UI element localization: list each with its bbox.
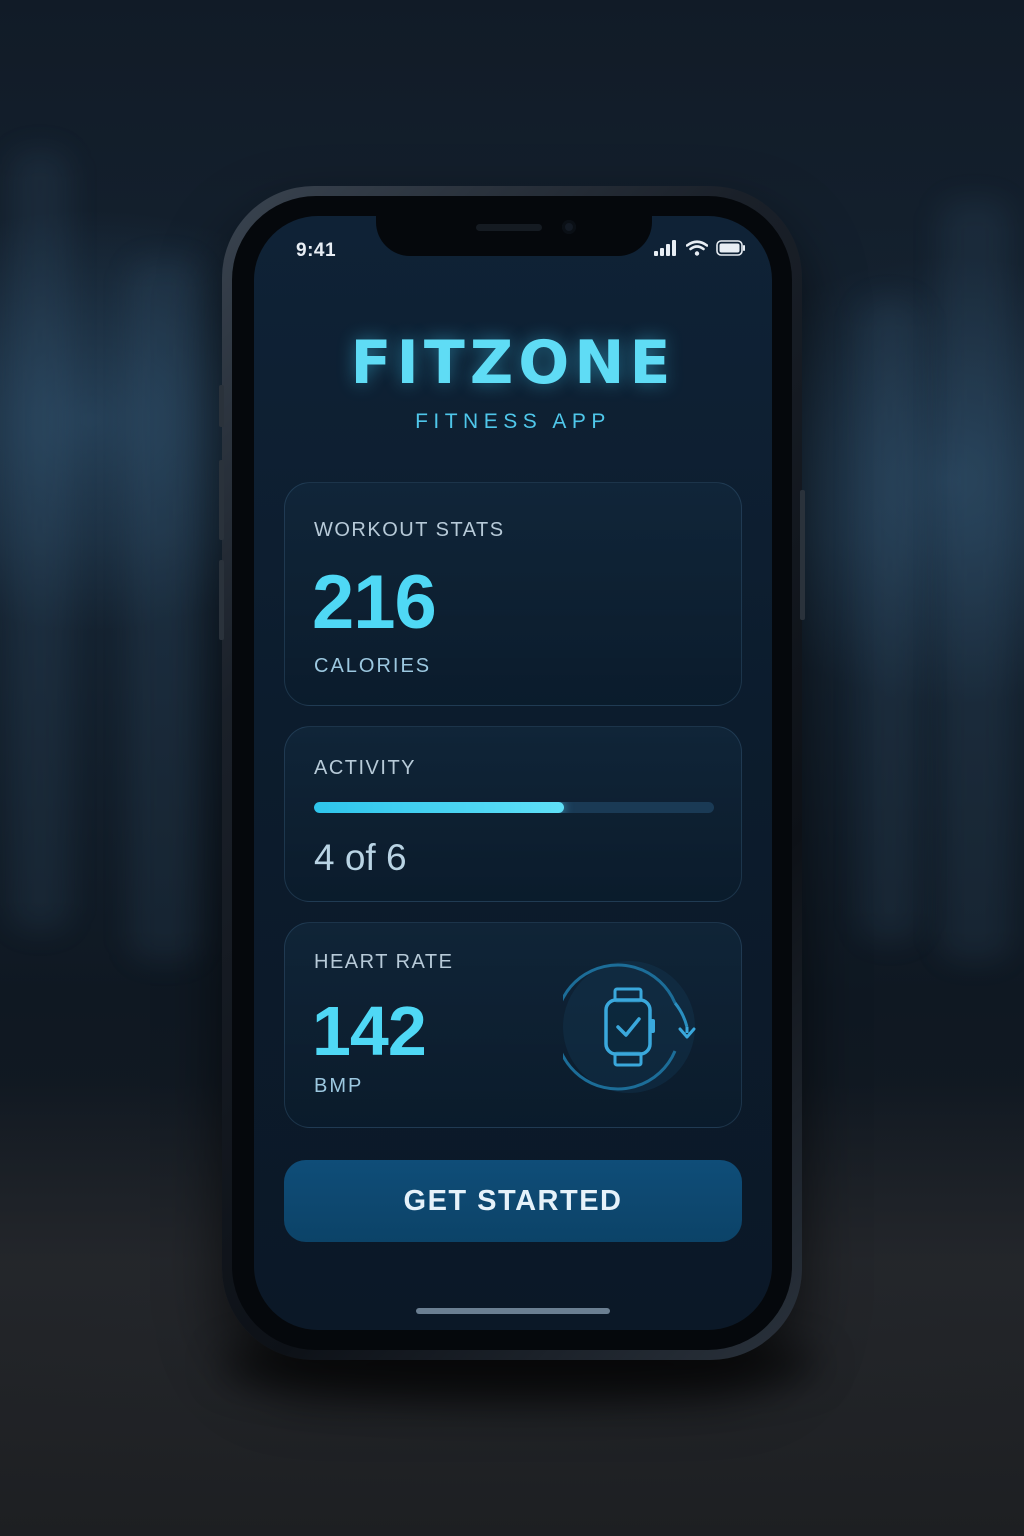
- battery-icon: [716, 240, 745, 256]
- background-blur: [10, 150, 70, 930]
- wifi-icon: [686, 240, 708, 256]
- front-camera: [562, 220, 576, 234]
- background-blur: [940, 200, 1010, 960]
- heart-rate-unit: BMP: [314, 1075, 364, 1097]
- calories-value: 216: [312, 560, 437, 645]
- status-time: 9:41: [296, 240, 337, 261]
- background-blur: [860, 300, 920, 940]
- activity-progress-bar: [314, 802, 714, 813]
- activity-progress-fill: [314, 802, 564, 813]
- heart-rate-label: HEART RATE: [314, 951, 454, 973]
- workout-stats-label: WORKOUT STATS: [314, 519, 505, 541]
- activity-label: ACTIVITY: [314, 757, 417, 779]
- smartwatch-sync-icon[interactable]: [554, 959, 713, 1099]
- signal-icon: [654, 240, 676, 256]
- speaker: [476, 224, 542, 231]
- activity-progress-text: 4 of 6: [314, 837, 407, 878]
- heart-rate-card[interactable]: HEART RATE 142 BMP: [284, 922, 742, 1128]
- background-blur: [130, 260, 200, 960]
- volume-down-button: [219, 560, 224, 640]
- heart-rate-value: 142: [312, 992, 427, 1070]
- volume-up-button: [219, 460, 224, 540]
- home-indicator[interactable]: [416, 1308, 610, 1314]
- notch: [376, 216, 652, 256]
- power-button: [800, 490, 805, 620]
- mute-switch: [219, 385, 224, 427]
- app-screen: 9:41 FITZONE FITNESS APP WORKOUT STATS 2…: [254, 216, 772, 1330]
- status-icons: [654, 240, 746, 256]
- get-started-button[interactable]: GET STARTED: [284, 1160, 742, 1242]
- workout-stats-card[interactable]: WORKOUT STATS 216 CALORIES: [284, 482, 742, 706]
- app-logo: FITZONE: [350, 328, 676, 398]
- calories-unit: CALORIES: [314, 655, 432, 677]
- activity-card[interactable]: ACTIVITY 4 of 6: [284, 726, 742, 902]
- app-subtitle: FITNESS APP: [415, 410, 611, 433]
